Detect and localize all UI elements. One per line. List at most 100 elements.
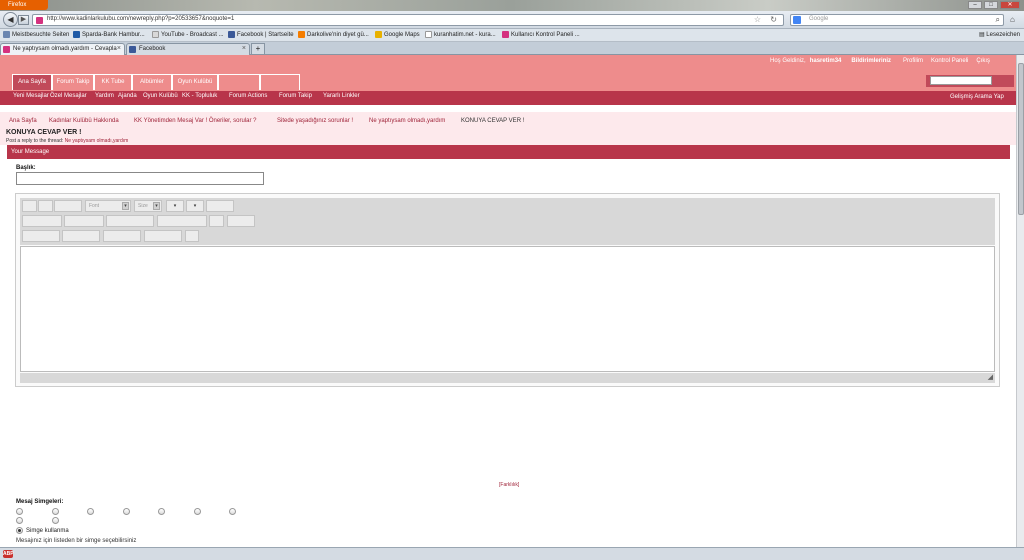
subnav-new-posts[interactable]: Yeni Mesajlar [13,93,49,99]
google-engine-icon[interactable] [793,16,801,24]
page-scrollbar[interactable] [1016,55,1024,547]
resize-handle-icon[interactable]: ◢ [988,374,993,382]
url-text[interactable]: http://www.kadinlarkulubu.com/newreply.p… [47,16,234,22]
bookmark-star-icon[interactable]: ☆ [754,15,761,24]
thread-link[interactable]: Ne yaptıysam olmadı,yardım [65,138,129,144]
subnav-help[interactable]: Yardım [95,93,114,99]
message-textarea[interactable] [20,246,995,372]
maximize-button[interactable]: □ [984,1,998,9]
forward-button[interactable]: ▶ [18,15,29,25]
logout-link[interactable]: Çıkış [976,58,990,64]
bookmark-label: kuranhatim.net - kura... [434,31,496,38]
bookmark-item[interactable]: Facebook | Startseite [228,31,294,38]
editor-button[interactable] [22,200,37,212]
bookmark-item[interactable]: Meistbesuchte Seiten [3,31,69,38]
editor-button[interactable] [22,230,60,242]
search-bar[interactable]: Google ⌕ [790,14,1004,26]
minimize-button[interactable]: – [968,1,982,9]
firefox-menu-button[interactable]: Firefox [0,0,48,10]
post-icon-radio[interactable] [16,517,23,524]
title-input[interactable] [16,172,264,185]
breadcrumb-admin-messages[interactable]: KK Yönetimden Mesaj Var ! Öneriler, soru… [134,118,257,124]
subnav-forum-follow[interactable]: Forum Takip [279,93,312,99]
subnav-community[interactable]: KK - Topluluk [182,93,217,99]
bookmark-icon [502,31,509,38]
advanced-search-link[interactable]: Gelişmiş Arama Yap [950,94,1004,100]
notifications-link[interactable]: Bildirimleriniz [851,58,891,64]
tab-empty-2[interactable] [260,74,300,90]
bookmark-item[interactable]: YouTube - Broadcast ... [152,31,224,38]
tab-home[interactable]: Ana Sayfa [12,74,52,90]
editor-button[interactable] [38,200,53,212]
subnav-private-messages[interactable]: Özel Mesajlar [50,93,87,99]
post-icon-radio[interactable] [123,508,130,515]
profile-link[interactable]: Profilim [903,58,923,64]
editor-button[interactable] [157,215,207,227]
post-icon-radio[interactable] [229,508,236,515]
reload-icon[interactable]: ↻ [770,15,777,24]
subnav-forum-actions[interactable]: Forum Actions [229,93,267,99]
editor-button[interactable] [144,230,182,242]
new-tab-button[interactable]: + [251,43,265,55]
editor-button[interactable] [206,200,234,212]
tab-game-club[interactable]: Oyun Kulübü [172,74,218,90]
editor-button[interactable] [62,230,100,242]
bookmark-item[interactable]: Kullanıcı Kontrol Paneli ... [502,31,580,38]
editor-button[interactable] [22,215,62,227]
post-icon-radio[interactable] [158,508,165,515]
tab-albums[interactable]: Albümler [132,74,172,90]
post-icon-radio[interactable] [52,517,59,524]
back-button[interactable]: ◀ [3,12,18,27]
tab-facebook[interactable]: Facebook × [126,43,250,55]
adblock-plus-icon[interactable]: ABP [3,550,14,558]
breadcrumb-about[interactable]: Kadınlar Kulübü Hakkında [49,118,119,124]
editor-button[interactable] [54,200,82,212]
tab-forum-follow[interactable]: Forum Takip [52,74,94,90]
scrollbar-thumb[interactable] [1018,63,1024,215]
close-window-button[interactable]: ✕ [1000,1,1020,9]
header-search-input[interactable] [930,76,992,85]
bookmarks-menu[interactable]: ▤ Lesezeichen [979,31,1020,38]
post-icon-radio[interactable] [194,508,201,515]
tab-empty[interactable] [218,74,260,90]
post-icon-radio[interactable] [87,508,94,515]
home-icon[interactable]: ⌂ [1010,15,1015,24]
breadcrumb-thread[interactable]: Ne yaptıysam olmadı,yardım [369,118,445,124]
post-icon-radio[interactable] [16,508,23,515]
text-color-select[interactable]: ▾ [166,200,184,212]
bookmark-label: Google Maps [384,31,420,38]
tab-favicon-icon [129,46,136,53]
username-link[interactable]: hasretim34 [810,58,842,64]
editor-button[interactable] [106,215,154,227]
address-bar[interactable]: http://www.kadinlarkulubu.com/newreply.p… [32,14,784,26]
tab-reply[interactable]: Ne yaptıysam olmadı,yardım - Cevapla × [0,43,125,55]
no-icon-radio[interactable] [16,527,23,534]
post-icon-radio[interactable] [52,508,59,515]
close-tab-icon[interactable]: × [117,44,121,54]
bookmark-item[interactable]: kuranhatim.net - kura... [425,31,496,38]
highlight-color-select[interactable]: ▾ [186,200,204,212]
preview-link[interactable]: [Farklılık] [499,482,519,488]
editor-button[interactable] [64,215,104,227]
editor-button[interactable] [209,215,224,227]
subnav-game-club[interactable]: Oyun Kulübü [143,93,178,99]
search-icon[interactable]: ⌕ [996,15,1000,25]
editor-button[interactable] [185,230,199,242]
subnav-calendar[interactable]: Ajanda [118,93,137,99]
subnav-useful-links[interactable]: Yararlı Linkler [323,93,360,99]
editor-button[interactable] [103,230,141,242]
breadcrumb-site-issues[interactable]: Sitede yaşadığınız sorunlar ! [277,118,353,124]
bookmark-label: Sparda-Bank Hambur... [82,31,145,38]
bookmark-item[interactable]: Google Maps [375,31,420,38]
close-tab-icon[interactable]: × [242,44,246,54]
tab-kk-tube[interactable]: KK Tube [94,74,132,90]
size-select[interactable]: Size ▾ [134,200,162,212]
editor-button[interactable] [227,215,255,227]
bookmark-item[interactable]: Sparda-Bank Hambur... [73,31,145,38]
bookmark-item[interactable]: Darkolive'nin diyet gü... [298,31,369,38]
breadcrumb-home[interactable]: Ana Sayfa [9,118,37,124]
font-select[interactable]: Font ▾ [85,200,131,212]
forward-arrow-icon: ▶ [20,16,27,23]
tab-label: Facebook [139,46,166,52]
control-panel-link[interactable]: Kontrol Paneli [931,58,968,64]
